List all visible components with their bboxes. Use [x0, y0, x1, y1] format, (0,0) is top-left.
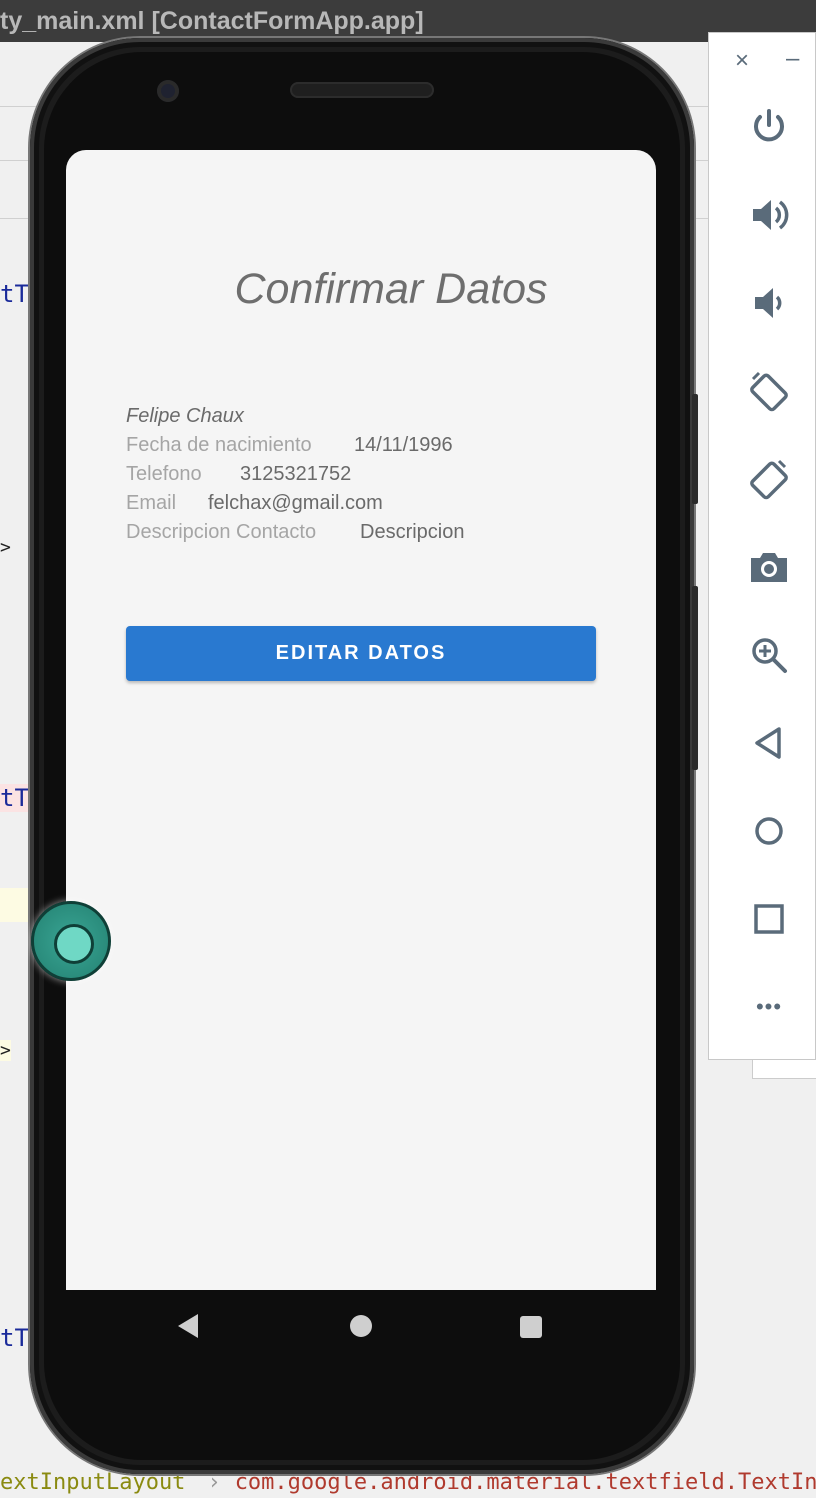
zoom-icon[interactable]	[739, 625, 799, 685]
field-value: Descripcion	[360, 521, 465, 543]
code-fragment: >	[0, 537, 11, 558]
volume-side-button	[692, 586, 698, 770]
field-value: felchax@gmail.com	[208, 492, 383, 514]
overview-icon[interactable]	[739, 889, 799, 949]
home-icon[interactable]	[739, 801, 799, 861]
ide-window-title: ty_main.xml [ContactFormApp.app]	[0, 0, 816, 42]
field-label: Fecha de nacimiento	[126, 434, 312, 456]
earpiece-speaker	[290, 82, 434, 98]
touch-indicator	[31, 901, 111, 981]
field-row-email: Email felchax@gmail.com	[126, 489, 464, 518]
contact-name: Felipe Chaux	[126, 405, 244, 427]
nav-recents-icon[interactable]	[520, 1316, 542, 1338]
contact-details: Felipe Chaux Fecha de nacimiento 14/11/19…	[126, 402, 464, 547]
edit-data-button[interactable]: EDITAR DATOS	[126, 626, 596, 681]
nav-back-icon[interactable]	[178, 1314, 198, 1338]
back-icon[interactable]	[739, 713, 799, 773]
field-label: Email	[126, 492, 177, 514]
field-row-phone: Telefono 3125321752	[126, 460, 464, 489]
rotate-left-icon[interactable]	[739, 361, 799, 421]
rotate-right-icon[interactable]	[739, 449, 799, 509]
close-icon[interactable]: ×	[735, 47, 749, 75]
field-row-description: Descripcion Contacto Descripcion	[126, 518, 464, 547]
field-label: Telefono	[126, 463, 202, 485]
volume-down-icon[interactable]	[739, 273, 799, 333]
nav-home-icon[interactable]	[350, 1315, 372, 1337]
minimize-icon[interactable]: –	[786, 45, 799, 73]
more-icon[interactable]: •••	[739, 977, 799, 1037]
field-value: 14/11/1996	[354, 434, 453, 456]
emulator-toolbar: × – •••	[708, 32, 816, 1060]
toolbar-shadow	[752, 1060, 816, 1079]
power-side-button	[692, 394, 698, 504]
front-camera	[157, 80, 179, 102]
field-row-birthdate: Fecha de nacimiento 14/11/1996	[126, 431, 464, 460]
field-value: 3125321752	[240, 463, 352, 485]
touch-indicator-center	[54, 924, 94, 964]
code-fragment: >	[0, 1040, 11, 1061]
volume-up-icon[interactable]	[739, 185, 799, 245]
camera-icon[interactable]	[739, 537, 799, 597]
page-title: Confirmar Datos	[234, 265, 548, 313]
highlight-line	[0, 888, 30, 922]
app-screen: Confirmar Datos Felipe Chaux Fecha de na…	[66, 150, 656, 1290]
power-icon[interactable]	[739, 97, 799, 157]
android-nav-bar	[66, 1290, 656, 1362]
field-label: Descripcion Contacto	[126, 521, 317, 543]
toolbar-header: × –	[709, 45, 816, 77]
